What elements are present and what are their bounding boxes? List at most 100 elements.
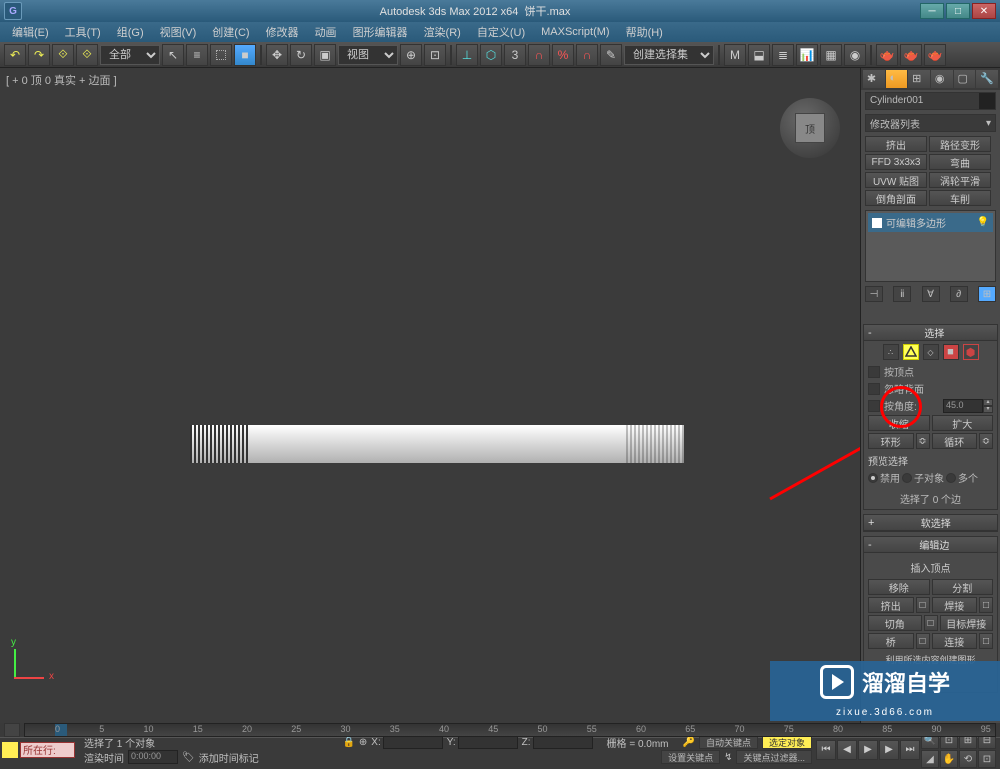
bridge-button[interactable]: 桥 <box>868 633 914 649</box>
lock-icon[interactable]: 🔒 <box>342 737 354 748</box>
preview-subobj-radio[interactable] <box>902 473 912 483</box>
tab-motion[interactable]: ◉ <box>931 70 953 88</box>
tab-modify[interactable]: ◐ <box>886 70 908 88</box>
modifier-stack[interactable]: 可编辑多边形 💡 <box>865 210 996 282</box>
menu-help[interactable]: 帮助(H) <box>618 22 671 42</box>
viewport-label[interactable]: [ + 0 顶 0 真实 + 边面 ] <box>6 72 117 88</box>
render-frame-button[interactable]: 🫖 <box>900 44 922 66</box>
move-button[interactable]: ✥ <box>266 44 288 66</box>
mod-btn-extrude[interactable]: 挤出 <box>865 136 927 152</box>
key-filters-button[interactable]: 关键点过滤器... <box>736 750 812 764</box>
split-button[interactable]: 分割 <box>932 579 994 595</box>
object-name-field[interactable]: Cylinder001 <box>865 92 996 110</box>
edit-named-sel-button[interactable]: ✎ <box>600 44 622 66</box>
ref-coord-dropdown[interactable]: 视图 <box>338 45 398 65</box>
timeline-ruler[interactable]: 05101520253035404550556065707580859095 <box>24 723 996 737</box>
angle-down[interactable]: ▾ <box>983 406 993 413</box>
snap-toggle-button[interactable]: ⬡ <box>480 44 502 66</box>
ignore-backface-checkbox[interactable] <box>868 383 880 395</box>
auto-key-button[interactable]: 自动关键点 <box>699 735 758 749</box>
mod-btn-lathe[interactable]: 车削 <box>929 190 991 206</box>
render-production-button[interactable]: 🫖 <box>924 44 946 66</box>
tab-create[interactable]: ✱ <box>863 70 885 88</box>
pin-stack-button[interactable]: ⊣ <box>865 286 883 302</box>
select-region-button[interactable] <box>210 44 232 66</box>
insert-vertex-button[interactable]: 插入顶点 <box>868 560 993 575</box>
by-angle-checkbox[interactable] <box>868 400 880 412</box>
rollout-selection-header[interactable]: -选择 <box>864 325 997 341</box>
trackbar[interactable]: 05101520253035404550556065707580859095 <box>0 723 1000 737</box>
snap-button[interactable]: ∩ <box>576 44 598 66</box>
chamfer-settings[interactable]: □ <box>924 615 938 631</box>
modifier-stack-item[interactable]: 可编辑多边形 💡 <box>868 213 993 232</box>
mod-btn-ffd[interactable]: FFD 3x3x3 <box>865 154 927 170</box>
rollout-soft-sel-header[interactable]: +软选择 <box>864 515 997 531</box>
menu-maxscript[interactable]: MAXScript(M) <box>533 24 617 40</box>
connect-settings[interactable]: □ <box>979 633 993 649</box>
undo-button[interactable]: ↶ <box>4 44 26 66</box>
maximize-button[interactable]: □ <box>946 3 970 19</box>
play-button[interactable]: ▶ <box>858 740 878 760</box>
modifier-list-dropdown[interactable]: 修改器列表 ▾ <box>865 114 996 132</box>
bulb-icon[interactable]: 💡 <box>977 217 989 228</box>
goto-start-button[interactable]: ⏮ <box>816 740 836 760</box>
unlink-button[interactable]: ⟐ <box>76 44 98 66</box>
angle-up[interactable]: ▴ <box>983 399 993 406</box>
angle-snap-button[interactable]: 3 <box>504 44 526 66</box>
menu-graph-editors[interactable]: 图形编辑器 <box>345 22 416 42</box>
rotate-button[interactable]: ↻ <box>290 44 312 66</box>
prev-frame-button[interactable]: ◀ <box>837 740 857 760</box>
selection-scope-dropdown[interactable]: 全部 <box>100 45 160 65</box>
align-button[interactable]: ⬓ <box>748 44 770 66</box>
remove-modifier-button[interactable]: ∂ <box>950 286 968 302</box>
preview-multi-radio[interactable] <box>946 473 956 483</box>
by-vertex-checkbox[interactable] <box>868 366 880 378</box>
menu-views[interactable]: 视图(V) <box>152 22 205 42</box>
weld-button[interactable]: 焊接 <box>932 597 978 613</box>
configure-stack-button[interactable]: ⊞ <box>978 286 996 302</box>
manipulate-button[interactable]: ⊡ <box>424 44 446 66</box>
z-coord-input[interactable] <box>533 735 593 749</box>
angle-input[interactable]: 45.0 <box>943 399 983 413</box>
x-coord-input[interactable] <box>383 735 443 749</box>
keyboard-shortcut-button[interactable]: ⊥ <box>456 44 478 66</box>
loop-spinner[interactable]: ≎ <box>979 433 993 449</box>
extrude-button[interactable]: 挤出 <box>868 597 914 613</box>
pan-button[interactable]: ✋ <box>940 750 958 768</box>
mod-btn-bend[interactable]: 弯曲 <box>929 154 991 170</box>
redo-button[interactable]: ↷ <box>28 44 50 66</box>
spinner-snap-button[interactable]: % <box>552 44 574 66</box>
add-time-tag[interactable]: 添加时间标记 <box>199 750 259 765</box>
fov-button[interactable]: ◢ <box>921 750 939 768</box>
extrude-settings[interactable]: □ <box>916 597 930 613</box>
remove-button[interactable]: 移除 <box>868 579 930 595</box>
scale-button[interactable]: ▣ <box>314 44 336 66</box>
mirror-button[interactable]: M <box>724 44 746 66</box>
subobj-vertex-button[interactable]: ∴ <box>883 344 899 360</box>
show-end-result-button[interactable]: ⅱ <box>893 286 911 302</box>
grow-button[interactable]: 扩大 <box>932 415 994 431</box>
next-frame-button[interactable]: ▶ <box>879 740 899 760</box>
maxscript-prompt[interactable]: 所在行: <box>20 742 75 758</box>
menu-edit[interactable]: 编辑(E) <box>4 22 57 42</box>
minimize-button[interactable]: ─ <box>920 3 944 19</box>
curve-editor-button[interactable]: 📊 <box>796 44 818 66</box>
select-object-button[interactable]: ↖ <box>162 44 184 66</box>
menu-customize[interactable]: 自定义(U) <box>469 22 533 42</box>
make-unique-button[interactable]: ∀ <box>922 286 940 302</box>
mod-btn-bevelprofile[interactable]: 倒角剖面 <box>865 190 927 206</box>
ring-spinner[interactable]: ≎ <box>916 433 930 449</box>
subobj-polygon-button[interactable]: ■ <box>943 344 959 360</box>
target-weld-button[interactable]: 目标焊接 <box>940 615 994 631</box>
window-crossing-button[interactable]: ■ <box>234 44 256 66</box>
set-key-button[interactable]: 设置关键点 <box>661 750 720 764</box>
rollout-edit-edges-header[interactable]: -编辑边 <box>864 537 997 553</box>
viewcube[interactable]: 顶 <box>780 98 840 158</box>
percent-snap-button[interactable]: ∩ <box>528 44 550 66</box>
preview-off-radio[interactable] <box>868 473 878 483</box>
schematic-button[interactable]: ▦ <box>820 44 842 66</box>
material-editor-button[interactable]: ◉ <box>844 44 866 66</box>
loop-button[interactable]: 循环 <box>932 433 978 449</box>
use-pivot-button[interactable]: ⊕ <box>400 44 422 66</box>
viewport[interactable]: [ + 0 顶 0 真实 + 边面 ] 顶 0 / 100 <box>0 68 860 739</box>
